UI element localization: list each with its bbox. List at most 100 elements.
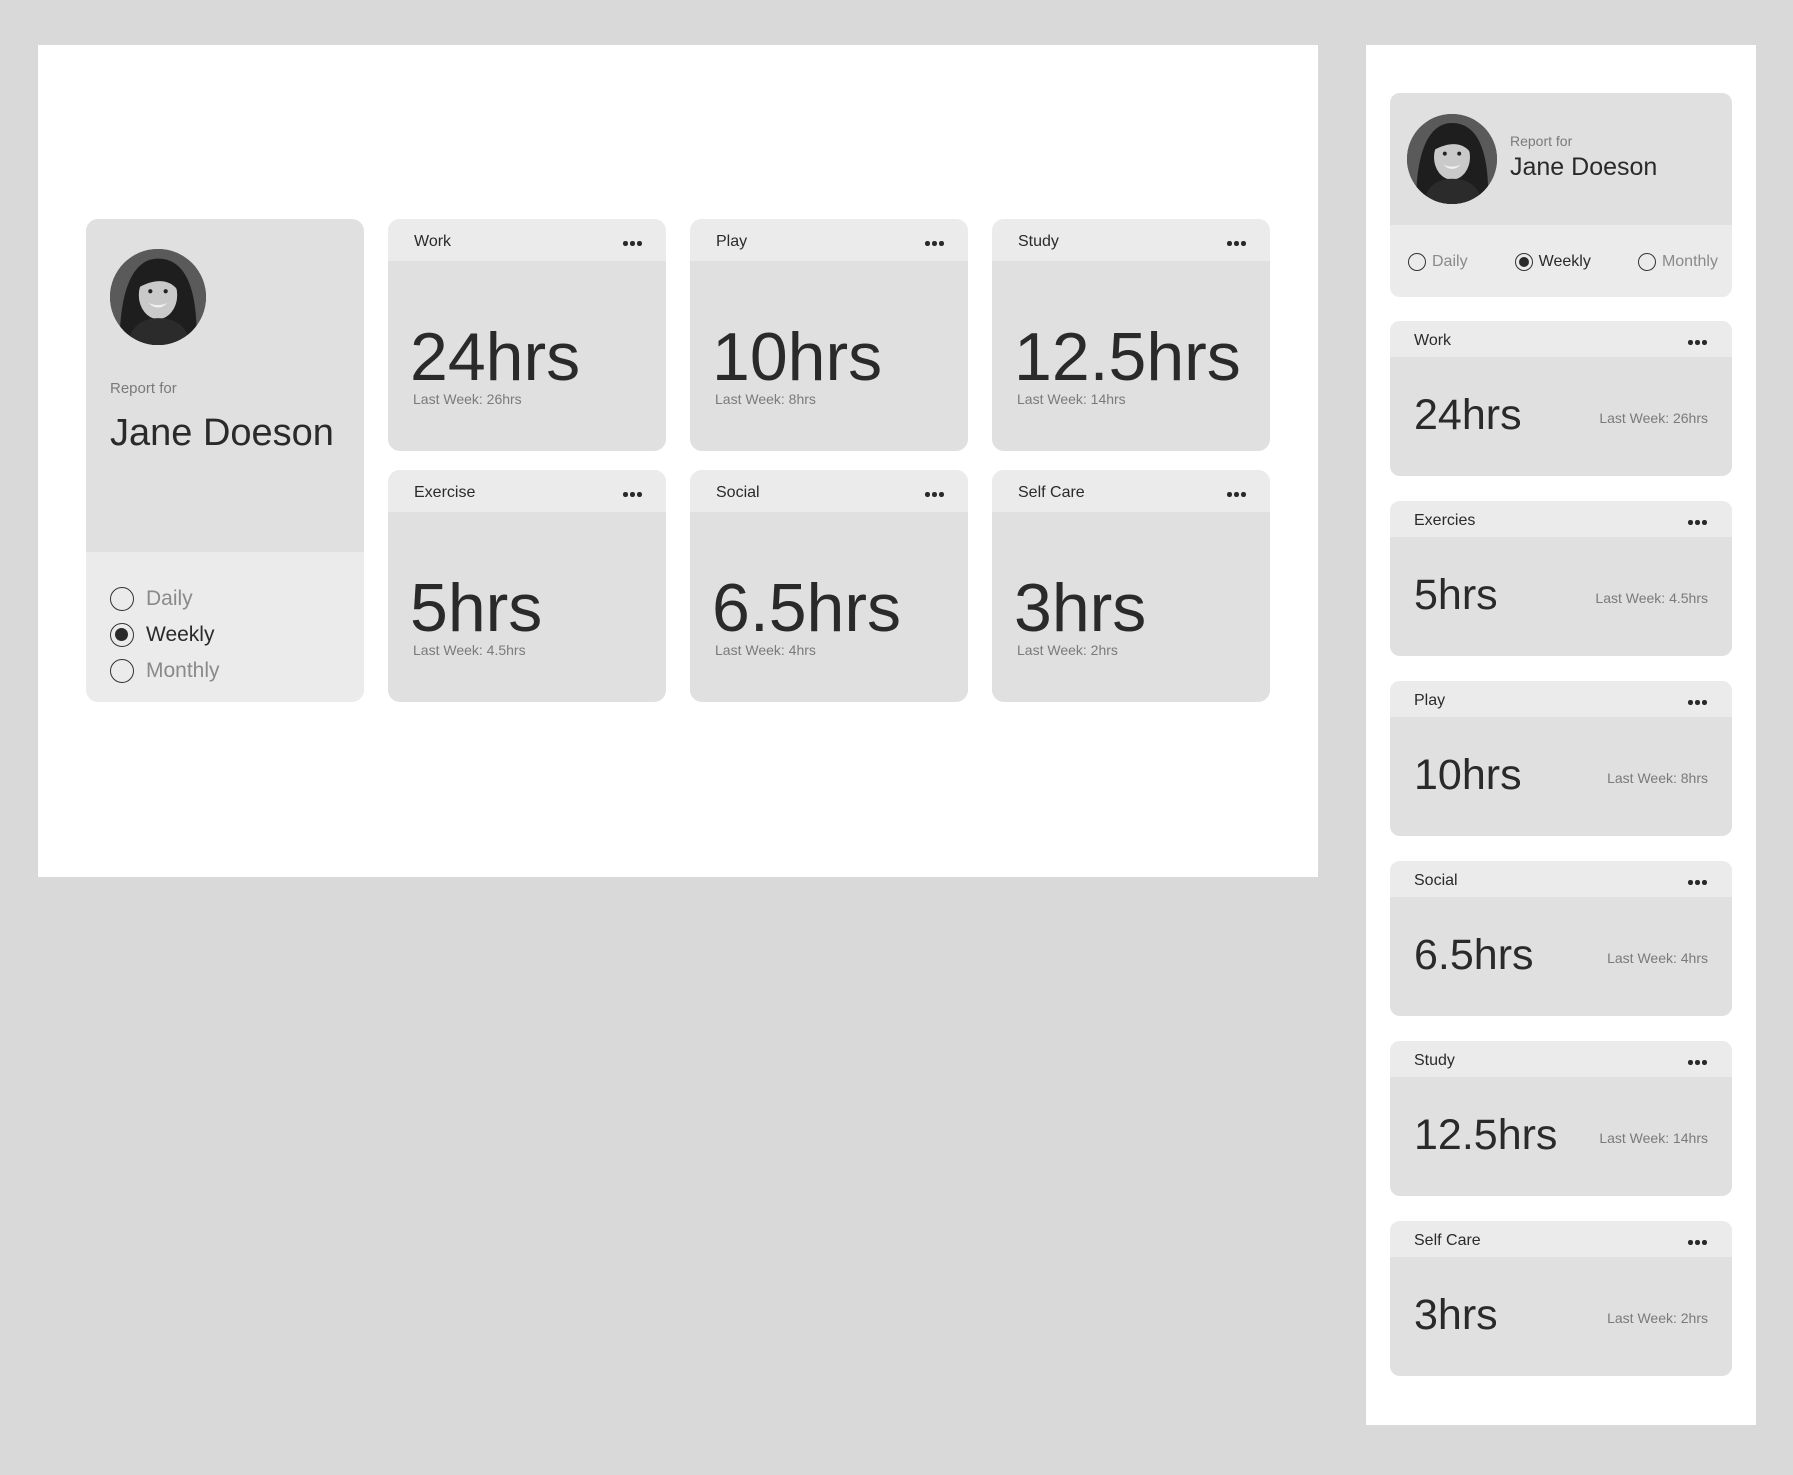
activity-card-play: Play 10hrs Last Week: 8hrs: [690, 219, 968, 451]
card-title: Work: [1414, 332, 1452, 349]
card-title: Exercise: [414, 484, 476, 501]
more-horizontal-icon[interactable]: [925, 241, 945, 247]
hours-value: 10hrs: [712, 319, 883, 395]
more-horizontal-icon[interactable]: [1227, 492, 1247, 498]
period-weekly[interactable]: Weekly: [1514, 253, 1591, 271]
card-title: Self Care: [1018, 484, 1085, 501]
card-title: Exercies: [1414, 512, 1476, 529]
avatar-photo: [110, 249, 206, 345]
hours-value: 5hrs: [410, 570, 543, 646]
profile-header: Report for Jane Doeson: [1390, 93, 1732, 225]
period-monthly-label: Monthly: [1661, 253, 1718, 270]
activity-card-study: Study 12.5hrs Last Week: 14hrs: [992, 219, 1270, 451]
radio-weekly[interactable]: [110, 623, 134, 647]
last-week-value: Last Week: 4hrs: [715, 642, 816, 658]
last-week-value: Last Week: 8hrs: [715, 391, 816, 407]
mobile-frame: Report for Jane Doeson Daily Weekly Mont…: [1366, 45, 1756, 1425]
last-week-value: Last Week: 4hrs: [1607, 950, 1708, 966]
activity-card-social: Social 6.5hrs Last Week: 4hrs: [690, 470, 968, 702]
radio-monthly[interactable]: [110, 659, 134, 683]
last-week-value: Last Week: 26hrs: [413, 391, 522, 407]
card-title: Social: [716, 484, 760, 501]
more-horizontal-icon[interactable]: [1688, 520, 1708, 526]
period-weekly-label: Weekly: [1538, 253, 1591, 270]
last-week-value: Last Week: 8hrs: [1607, 770, 1708, 786]
card-header: Social: [690, 470, 968, 512]
card-title: Self Care: [1414, 1232, 1481, 1249]
activity-card-exercise: Exercies 5hrs Last Week: 4.5hrs: [1390, 501, 1732, 656]
last-week-value: Last Week: 2hrs: [1607, 1310, 1708, 1326]
period-daily[interactable]: Daily: [1408, 253, 1468, 271]
profile-header: Report for Jane Doeson: [86, 219, 364, 552]
more-horizontal-icon[interactable]: [623, 241, 643, 247]
card-title: Study: [1414, 1052, 1455, 1069]
activity-card-work: Work 24hrs Last Week: 26hrs: [1390, 321, 1732, 476]
more-horizontal-icon[interactable]: [1688, 1060, 1708, 1066]
more-horizontal-icon[interactable]: [1688, 700, 1708, 706]
hours-value: 12.5hrs: [1014, 319, 1241, 395]
hours-value: 3hrs: [1414, 1291, 1498, 1339]
card-title: Play: [716, 233, 748, 250]
activity-card-play: Play 10hrs Last Week: 8hrs: [1390, 681, 1732, 836]
more-horizontal-icon[interactable]: [1688, 880, 1708, 886]
card-header: Work: [1390, 321, 1732, 357]
hours-value: 6.5hrs: [712, 570, 901, 646]
card-title: Study: [1018, 233, 1059, 250]
card-header: Self Care: [1390, 1221, 1732, 1257]
period-weekly[interactable]: Weekly: [110, 617, 220, 653]
card-header: Play: [690, 219, 968, 261]
radio-daily[interactable]: [1408, 253, 1426, 271]
last-week-value: Last Week: 14hrs: [1017, 391, 1126, 407]
activity-card-social: Social 6.5hrs Last Week: 4hrs: [1390, 861, 1732, 1016]
hours-value: 3hrs: [1014, 570, 1147, 646]
card-title: Play: [1414, 692, 1446, 709]
more-horizontal-icon[interactable]: [623, 492, 643, 498]
period-daily[interactable]: Daily: [110, 581, 220, 617]
card-header: Study: [1390, 1041, 1732, 1077]
activity-card-study: Study 12.5hrs Last Week: 14hrs: [1390, 1041, 1732, 1196]
profile-card: Report for Jane Doeson Daily Weekly Mont…: [1390, 93, 1732, 297]
hours-value: 6.5hrs: [1414, 931, 1534, 979]
hours-value: 5hrs: [1414, 571, 1498, 619]
more-horizontal-icon[interactable]: [1688, 1240, 1708, 1246]
card-header: Study: [992, 219, 1270, 261]
radio-monthly[interactable]: [1637, 253, 1656, 271]
profile-card: Report for Jane Doeson Daily Weekly Mont…: [86, 219, 364, 702]
radio-daily[interactable]: [110, 587, 134, 611]
last-week-value: Last Week: 2hrs: [1017, 642, 1118, 658]
activity-card-work: Work 24hrs Last Week: 26hrs: [388, 219, 666, 451]
period-monthly[interactable]: Monthly: [110, 653, 220, 689]
activity-card-exercise: Exercise 5hrs Last Week: 4.5hrs: [388, 470, 666, 702]
period-selector: Daily Weekly Monthly: [110, 581, 220, 689]
last-week-value: Last Week: 14hrs: [1599, 1130, 1708, 1146]
card-header: Work: [388, 219, 666, 261]
more-horizontal-icon[interactable]: [1688, 340, 1708, 346]
hours-value: 10hrs: [1414, 751, 1522, 799]
avatar: [1407, 114, 1497, 204]
card-header: Self Care: [992, 470, 1270, 512]
card-header: Exercise: [388, 470, 666, 512]
card-header: Social: [1390, 861, 1732, 897]
radio-weekly[interactable]: [1514, 253, 1533, 271]
period-daily-label: Daily: [1432, 253, 1468, 270]
more-horizontal-icon[interactable]: [1227, 241, 1247, 247]
hours-value: 12.5hrs: [1414, 1111, 1558, 1159]
card-header: Play: [1390, 681, 1732, 717]
period-selector: Daily Weekly Monthly: [1408, 253, 1718, 271]
hours-value: 24hrs: [410, 319, 581, 395]
last-week-value: Last Week: 4.5hrs: [1595, 590, 1708, 606]
desktop-frame: Report for Jane Doeson Daily Weekly Mont…: [38, 45, 1318, 877]
user-name: Jane Doeson: [110, 412, 334, 454]
report-for-label: Report for: [1510, 133, 1573, 149]
hours-value: 24hrs: [1414, 391, 1522, 439]
last-week-value: Last Week: 26hrs: [1599, 410, 1708, 426]
period-weekly-label: Weekly: [146, 623, 215, 646]
period-daily-label: Daily: [146, 587, 193, 610]
more-horizontal-icon[interactable]: [925, 492, 945, 498]
period-monthly[interactable]: Monthly: [1637, 253, 1718, 271]
period-monthly-label: Monthly: [146, 659, 220, 682]
avatar: [110, 249, 206, 345]
card-title: Social: [1414, 872, 1458, 889]
last-week-value: Last Week: 4.5hrs: [413, 642, 526, 658]
activity-card-self-care: Self Care 3hrs Last Week: 2hrs: [992, 470, 1270, 702]
